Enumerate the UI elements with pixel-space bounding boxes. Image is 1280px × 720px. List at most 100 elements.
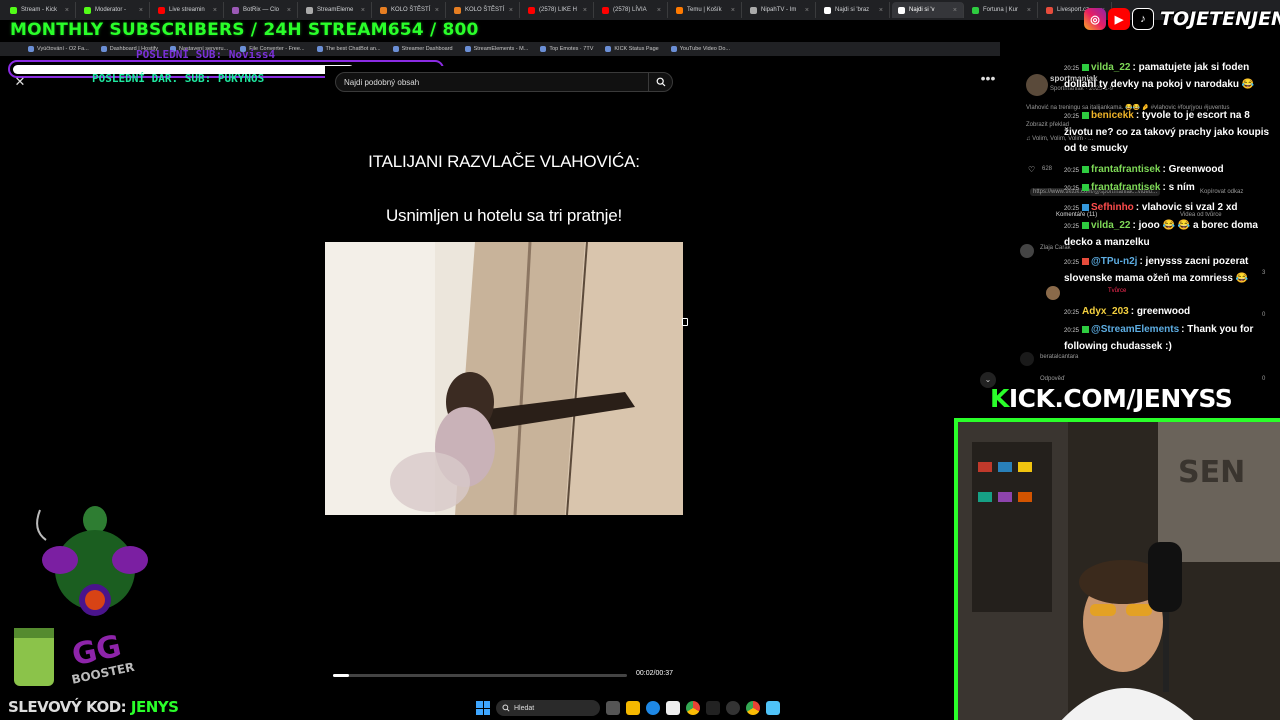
store-icon[interactable]	[666, 701, 680, 715]
tab-close-icon[interactable]: ×	[435, 7, 439, 14]
obs-icon[interactable]	[726, 701, 740, 715]
browser-tab[interactable]: Najdi si 'v ×	[892, 2, 964, 18]
translate-link[interactable]: Zobrazit překlad	[1026, 122, 1069, 128]
task-view-icon[interactable]	[606, 701, 620, 715]
taskbar-search[interactable]: Hledat	[496, 700, 600, 716]
tab-close-icon[interactable]: ×	[953, 7, 957, 14]
kick-url-rest: ICK.COM/JENYSS	[1008, 384, 1233, 413]
similar-content-search[interactable]: Najdi podobný obsah	[335, 72, 673, 92]
chat-username[interactable]: Sefhinho	[1091, 202, 1134, 213]
browser-tab[interactable]: (2578) LÍVIA ×	[596, 2, 668, 18]
browser-tab[interactable]: Live streamin ×	[152, 2, 224, 18]
taskbar: Hledat	[330, 698, 810, 718]
bookmark-item[interactable]: StreamElements - M...	[464, 46, 528, 52]
chat-message: 20:25 frantafrantisek: Greenwood	[1064, 162, 1278, 179]
tab-close-icon[interactable]: ×	[287, 7, 291, 14]
commenter-name-2[interactable]: beratalcantara	[1040, 354, 1078, 360]
bookmark-favicon-icon	[464, 46, 471, 52]
bookmark-favicon-icon	[605, 46, 612, 52]
bookmark-item[interactable]: YouTube Video Do...	[670, 46, 730, 52]
tab-close-icon[interactable]: ×	[805, 7, 809, 14]
bookmark-item[interactable]: KICK Status Page	[605, 46, 659, 52]
chat-message: 20:25 benicekk: tyvole to je escort na 8 …	[1064, 108, 1278, 156]
chat-username[interactable]: @StreamElements	[1091, 324, 1179, 335]
chat-username[interactable]: frantafrantisek	[1091, 164, 1160, 175]
search-icon	[502, 704, 510, 712]
tab-favicon-icon	[232, 6, 239, 14]
tab-close-icon[interactable]: ×	[509, 7, 513, 14]
chat-username[interactable]: vilda_22	[1091, 220, 1130, 231]
tab-close-icon[interactable]: ×	[879, 7, 883, 14]
tab-label: Fortuna | Kur	[983, 7, 1018, 13]
video-frame[interactable]	[325, 242, 683, 515]
bookmark-label: The best ChatBot an...	[325, 46, 381, 52]
bookmark-item[interactable]: The best ChatBot an...	[316, 46, 381, 52]
chat-text: : Greenwood	[1162, 164, 1224, 175]
chat-message: 20:25 vilda_22: jooo 😂 😂 a borec doma dec…	[1064, 218, 1278, 251]
notepad-icon[interactable]	[766, 701, 780, 715]
tab-close-icon[interactable]: ×	[213, 7, 217, 14]
bookmark-favicon-icon	[316, 46, 323, 52]
tab-label: Moderator -	[95, 7, 127, 13]
tab-close-icon[interactable]: ×	[583, 7, 587, 14]
browser-tab[interactable]: Temu | Košík ×	[670, 2, 742, 18]
search-icon	[656, 77, 665, 87]
chat-username[interactable]: frantafrantisek	[1091, 182, 1160, 193]
tab-label: (2578) LIKE H	[539, 7, 578, 13]
tab-close-icon[interactable]: ×	[65, 7, 69, 14]
promo-code-value: JENYS	[130, 698, 179, 716]
browser-tab[interactable]: Najdi si 'braz ×	[818, 2, 890, 18]
browser-tab[interactable]: KOLO ŠTĚSTÍ ×	[448, 2, 520, 18]
tab-close-icon[interactable]: ×	[731, 7, 735, 14]
commenter-avatar[interactable]	[1020, 244, 1034, 258]
author-avatar[interactable]	[1026, 74, 1048, 96]
search-input[interactable]: Najdi podobný obsah	[336, 78, 648, 87]
browser-tab[interactable]: Stream - Kick ×	[4, 2, 76, 18]
bookmark-label: YouTube Video Do...	[679, 46, 730, 52]
chrome-profile-icon[interactable]	[746, 701, 760, 715]
video-caption-title: ITALIJANI RAZVLAČE VLAHOVIĆA:	[368, 152, 640, 171]
browser-tab[interactable]: Moderator - ×	[78, 2, 150, 18]
mouse-cursor	[682, 318, 688, 326]
chrome-icon[interactable]	[686, 701, 700, 715]
like-count: 628	[1042, 166, 1053, 172]
browser-tab[interactable]: StreamEleme ×	[300, 2, 372, 18]
chat-username[interactable]: Adyx_203	[1082, 306, 1129, 317]
instagram-icon: ◎	[1084, 8, 1106, 30]
creator-badge: Tvůrce	[1108, 288, 1127, 294]
browser-tab[interactable]: BotRix — Clo ×	[226, 2, 298, 18]
browser-tab[interactable]: (2578) LIKE H ×	[522, 2, 594, 18]
bookmark-item[interactable]: Vyúčtování - O2 Fa...	[28, 46, 89, 52]
bookmark-favicon-icon	[28, 46, 34, 52]
chat-username[interactable]: @TPu-n2j	[1091, 256, 1137, 267]
creator-reply-avatar[interactable]	[1046, 286, 1060, 300]
tab-close-icon[interactable]: ×	[657, 7, 661, 14]
chat-timestamp: 20:25	[1064, 224, 1080, 230]
terminal-icon[interactable]	[706, 701, 720, 715]
browser-tab[interactable]: NipahTV - Im ×	[744, 2, 816, 18]
windows-start-icon[interactable]	[476, 701, 490, 715]
close-icon[interactable]: ✕	[12, 74, 28, 90]
bookmark-item[interactable]: Top Emotes · 7TV	[540, 46, 593, 52]
file-explorer-icon[interactable]	[626, 701, 640, 715]
tab-close-icon[interactable]: ×	[361, 7, 365, 14]
tab-favicon-icon	[750, 6, 757, 14]
video-scrubber[interactable]	[333, 674, 627, 677]
chat-badge-icon	[1082, 203, 1090, 211]
heart-icon[interactable]: ♡	[1028, 165, 1035, 174]
browser-tab[interactable]: Fortuna | Kur ×	[966, 2, 1038, 18]
browser-tab[interactable]: KOLO ŠTĚSTÍ ×	[374, 2, 446, 18]
tab-favicon-icon	[528, 6, 535, 14]
search-button[interactable]	[648, 73, 672, 91]
bookmark-label: Streamer Dashboard	[401, 46, 453, 52]
commenter-avatar-2[interactable]	[1020, 352, 1034, 366]
edge-icon[interactable]	[646, 701, 660, 715]
tab-close-icon[interactable]: ×	[139, 7, 143, 14]
more-options-icon[interactable]: •••	[978, 71, 998, 88]
chat-username[interactable]: vilda_22	[1091, 62, 1130, 73]
bookmark-item[interactable]: Streamer Dashboard	[392, 46, 453, 52]
reply-link[interactable]: Odpověď	[1040, 376, 1065, 382]
tab-close-icon[interactable]: ×	[1027, 7, 1031, 14]
chat-username[interactable]: benicekk	[1091, 110, 1134, 121]
kick-url-prefix: K	[990, 384, 1009, 413]
